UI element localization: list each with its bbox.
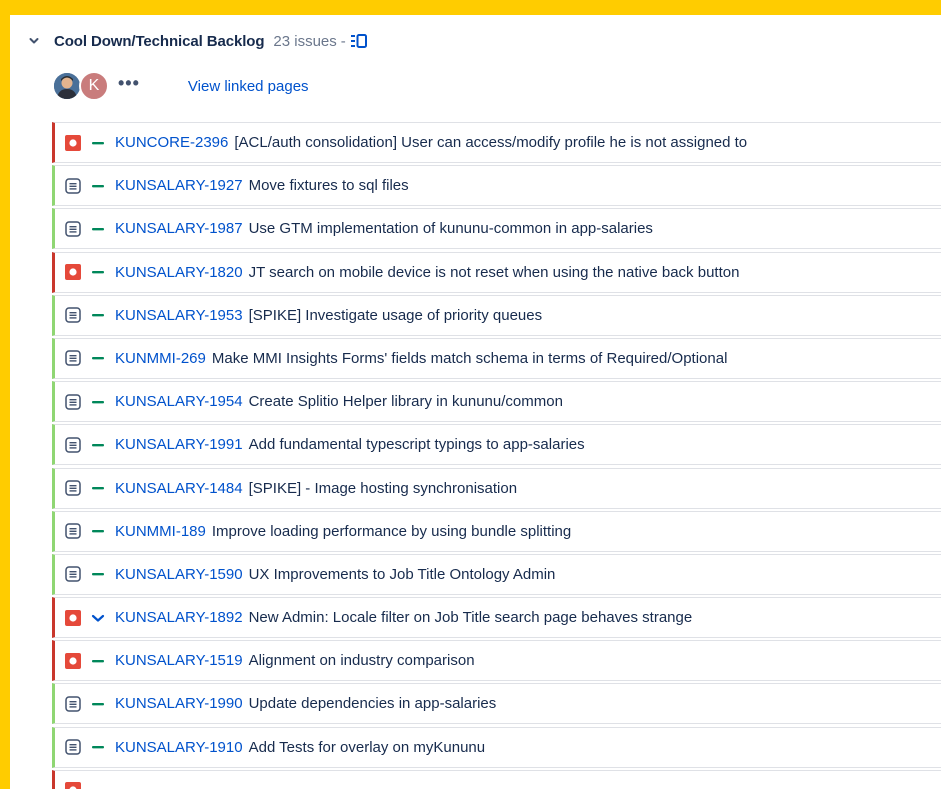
issue-row[interactable]: KUNSALARY-1590 UX Improvements to Job Ti… — [52, 553, 941, 595]
view-linked-pages-link[interactable]: View linked pages — [188, 78, 309, 95]
issue-summary[interactable]: Add fundamental typescript typings to ap… — [249, 436, 585, 453]
task-icon — [64, 565, 82, 583]
issue-key[interactable]: KUNMMI-269 — [115, 350, 206, 367]
priority-medium-icon — [91, 351, 105, 365]
issue-key[interactable]: KUNSALARY-1484 — [115, 480, 243, 497]
bug-icon — [64, 134, 82, 152]
task-icon — [64, 393, 82, 411]
issue-key[interactable]: KUNSALARY-1987 — [115, 220, 243, 237]
priority-medium-icon — [91, 524, 105, 538]
priority-medium-icon — [91, 438, 105, 452]
issue-row[interactable]: KUNMMI-269 Make MMI Insights Forms' fiel… — [52, 337, 941, 379]
issue-key[interactable]: KUNCORE-2396 — [115, 134, 228, 151]
priority-medium-icon — [91, 481, 105, 495]
issue-key[interactable]: KUNSALARY-1953 — [115, 307, 243, 324]
avatar[interactable]: K — [79, 71, 109, 101]
priority-medium-icon — [91, 308, 105, 322]
bug-icon — [64, 781, 82, 789]
issue-summary[interactable]: New Admin: Locale filter on Job Title se… — [249, 609, 693, 626]
issue-key[interactable]: KUNSALARY-1991 — [115, 436, 243, 453]
issue-row[interactable]: KUNSALARY-1484 [SPIKE] - Image hosting s… — [52, 467, 941, 509]
issue-row[interactable]: KUNSALARY-1953 [SPIKE] Investigate usage… — [52, 294, 941, 336]
issue-summary[interactable]: Make MMI Insights Forms' fields match sc… — [212, 350, 728, 367]
priority-medium-icon — [91, 740, 105, 754]
issue-summary[interactable]: Use GTM implementation of kununu-common … — [249, 220, 653, 237]
priority-low-icon — [91, 611, 105, 625]
issue-key[interactable]: KUNSALARY-1910 — [115, 739, 243, 756]
task-icon — [64, 522, 82, 540]
bug-icon — [64, 652, 82, 670]
issue-row[interactable] — [52, 769, 941, 789]
bug-icon — [64, 263, 82, 281]
issue-summary[interactable]: [ACL/auth consolidation] User can access… — [234, 134, 747, 151]
issue-row[interactable]: KUNSALARY-1519 Alignment on industry com… — [52, 640, 941, 682]
issue-summary[interactable]: Create Splitio Helper library in kununu/… — [249, 393, 563, 410]
priority-medium-icon — [91, 783, 105, 789]
issue-key[interactable]: KUNSALARY-1590 — [115, 566, 243, 583]
avatar[interactable] — [52, 71, 82, 101]
issue-row[interactable]: KUNSALARY-1987 Use GTM implementation of… — [52, 208, 941, 250]
issue-summary[interactable]: [SPIKE] - Image hosting synchronisation — [249, 480, 517, 497]
issue-count: 23 issues — [273, 32, 337, 50]
issue-row[interactable]: KUNMMI-189 Improve loading performance b… — [52, 510, 941, 552]
priority-medium-icon — [91, 697, 105, 711]
user-photo-icon — [54, 73, 80, 99]
issue-row[interactable]: KUNSALARY-1990 Update dependencies in ap… — [52, 683, 941, 725]
priority-medium-icon — [91, 136, 105, 150]
issue-summary[interactable]: [SPIKE] Investigate usage of priority qu… — [249, 307, 543, 324]
priority-medium-icon — [91, 654, 105, 668]
task-icon — [64, 479, 82, 497]
issue-row[interactable]: KUNSALARY-1910 Add Tests for overlay on … — [52, 726, 941, 768]
issue-summary[interactable]: Add Tests for overlay on myKununu — [249, 739, 486, 756]
task-icon — [64, 177, 82, 195]
issue-summary[interactable]: Improve loading performance by using bun… — [212, 523, 571, 540]
issue-key[interactable]: KUNSALARY-1820 — [115, 264, 243, 281]
issue-summary[interactable]: Move fixtures to sql files — [249, 177, 409, 194]
priority-medium-icon — [91, 567, 105, 581]
issue-key[interactable]: KUNSALARY-1519 — [115, 652, 243, 669]
task-icon — [64, 436, 82, 454]
issue-key[interactable]: KUNSALARY-1990 — [115, 695, 243, 712]
issue-summary[interactable]: Alignment on industry comparison — [249, 652, 475, 669]
backlog-panel: Cool Down/Technical Backlog 23 issues - … — [10, 15, 941, 789]
issue-key[interactable]: KUNMMI-189 — [115, 523, 206, 540]
issue-row[interactable]: KUNCORE-2396 [ACL/auth consolidation] Us… — [52, 122, 941, 163]
issue-summary[interactable]: UX Improvements to Job Title Ontology Ad… — [249, 566, 556, 583]
task-icon — [64, 695, 82, 713]
task-icon — [64, 306, 82, 324]
priority-medium-icon — [91, 222, 105, 236]
board-icon[interactable] — [350, 34, 367, 48]
backlog-title[interactable]: Cool Down/Technical Backlog — [54, 33, 264, 50]
issue-row[interactable]: KUNSALARY-1892 New Admin: Locale filter … — [52, 597, 941, 639]
issue-row[interactable]: KUNSALARY-1991 Add fundamental typescrip… — [52, 424, 941, 466]
priority-medium-icon — [91, 265, 105, 279]
task-icon — [64, 220, 82, 238]
issue-row[interactable]: KUNSALARY-1820 JT search on mobile devic… — [52, 251, 941, 293]
bug-icon — [64, 609, 82, 627]
chevron-down-icon[interactable] — [24, 31, 44, 51]
backlog-header: Cool Down/Technical Backlog 23 issues - — [24, 28, 367, 54]
task-icon — [64, 738, 82, 756]
more-options-icon[interactable]: ••• — [118, 74, 140, 92]
issue-row[interactable]: KUNSALARY-1954 Create Splitio Helper lib… — [52, 381, 941, 423]
issue-summary[interactable]: Update dependencies in app-salaries — [249, 695, 497, 712]
issue-list: KUNCORE-2396 [ACL/auth consolidation] Us… — [52, 122, 941, 789]
issue-summary[interactable]: JT search on mobile device is not reset … — [249, 264, 740, 281]
backlog-meta: K ••• View linked pages — [52, 70, 309, 102]
issue-key[interactable]: KUNSALARY-1892 — [115, 609, 243, 626]
count-separator: - — [340, 32, 346, 50]
issue-key[interactable]: KUNSALARY-1927 — [115, 177, 243, 194]
issue-row[interactable]: KUNSALARY-1927 Move fixtures to sql file… — [52, 165, 941, 207]
task-icon — [64, 349, 82, 367]
priority-medium-icon — [91, 179, 105, 193]
issue-key[interactable]: KUNSALARY-1954 — [115, 393, 243, 410]
priority-medium-icon — [91, 395, 105, 409]
